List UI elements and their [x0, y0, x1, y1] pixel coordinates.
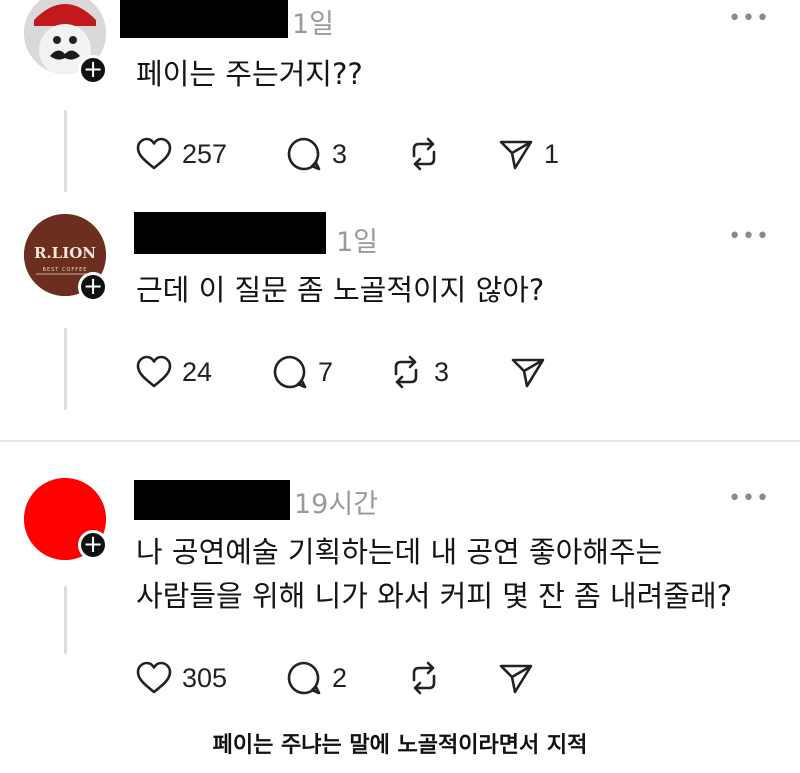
repost-icon — [412, 137, 436, 171]
share-button[interactable] — [510, 352, 556, 392]
follow-plus-icon[interactable]: + — [78, 55, 108, 85]
heart-icon — [136, 661, 172, 694]
comment-text: 페이는 주는거지?? — [136, 52, 363, 96]
repost-button[interactable] — [406, 134, 452, 174]
action-bar: 305 2 — [136, 658, 736, 698]
redacted-username — [134, 480, 290, 520]
send-icon — [511, 358, 545, 388]
comment-1: + 1일 ••• 페이는 주는거지?? 257 3 1 — [0, 0, 800, 200]
reply-button[interactable]: 2 — [286, 658, 347, 698]
send-icon — [499, 140, 533, 170]
post-time: 1일 — [292, 9, 335, 40]
post-time: 19시간 — [294, 489, 379, 520]
action-bar: 24 7 3 — [136, 352, 736, 392]
repost-button[interactable]: 3 — [388, 352, 449, 392]
comment-icon — [273, 355, 307, 389]
reply-count: 7 — [318, 356, 334, 387]
reply-count: 3 — [332, 138, 348, 169]
repost-icon — [394, 355, 418, 389]
share-button[interactable] — [498, 658, 544, 698]
image-caption: 페이는 주냐는 말에 노골적이라면서 지적 — [212, 733, 588, 758]
comment-2: R.LION BEST COFFEE + 1일 ••• 근데 이 질문 좀 노골… — [0, 200, 800, 440]
redacted-username — [120, 0, 288, 38]
like-count: 24 — [182, 356, 213, 387]
reply-count: 2 — [332, 662, 348, 693]
thread-line — [64, 328, 67, 410]
redacted-username — [134, 212, 326, 254]
comment-icon — [287, 137, 321, 171]
more-options-icon[interactable]: ••• — [728, 6, 770, 31]
like-button[interactable]: 257 — [136, 134, 227, 174]
logo-text: R.LION — [33, 244, 97, 262]
action-bar: 257 3 1 — [136, 134, 736, 174]
reply-button[interactable]: 7 — [272, 352, 333, 392]
repost-button[interactable] — [406, 658, 452, 698]
share-count: 1 — [544, 138, 560, 169]
follow-plus-icon[interactable]: + — [78, 272, 108, 302]
comment-text-line: 페이는 주는거지?? — [136, 57, 363, 91]
comment-text-line: 근데 이 질문 좀 노골적이지 않아? — [136, 273, 545, 307]
send-icon — [499, 664, 533, 694]
post-time: 1일 — [336, 227, 379, 258]
repost-icon — [412, 661, 436, 695]
section-divider — [0, 440, 800, 442]
like-count: 305 — [182, 662, 228, 693]
thread-line — [64, 110, 67, 192]
comment-text-line: 사람들을 위해 니가 와서 커피 몇 잔 좀 내려줄래? — [136, 579, 733, 613]
comment-text: 근데 이 질문 좀 노골적이지 않아? — [136, 268, 544, 312]
more-options-icon[interactable]: ••• — [728, 486, 770, 511]
like-count: 257 — [182, 138, 228, 169]
more-options-icon[interactable]: ••• — [728, 224, 770, 249]
share-button[interactable]: 1 — [498, 134, 559, 174]
comment-text-line: 나 공연예술 기획하는데 내 공연 좋아해주는 — [136, 535, 663, 569]
like-button[interactable]: 24 — [136, 352, 212, 392]
comment-text: 나 공연예술 기획하는데 내 공연 좋아해주는 사람들을 위해 니가 와서 커피… — [136, 530, 732, 618]
comment-3: + 19시간 ••• 나 공연예술 기획하는데 내 공연 좋아해주는 사람들을 … — [0, 470, 800, 720]
reply-button[interactable]: 3 — [286, 134, 347, 174]
comment-icon — [287, 661, 321, 695]
repost-count: 3 — [434, 356, 450, 387]
like-button[interactable]: 305 — [136, 658, 227, 698]
heart-icon — [136, 355, 172, 388]
thread-line — [64, 586, 67, 654]
follow-plus-icon[interactable]: + — [78, 530, 108, 560]
heart-icon — [136, 137, 172, 170]
